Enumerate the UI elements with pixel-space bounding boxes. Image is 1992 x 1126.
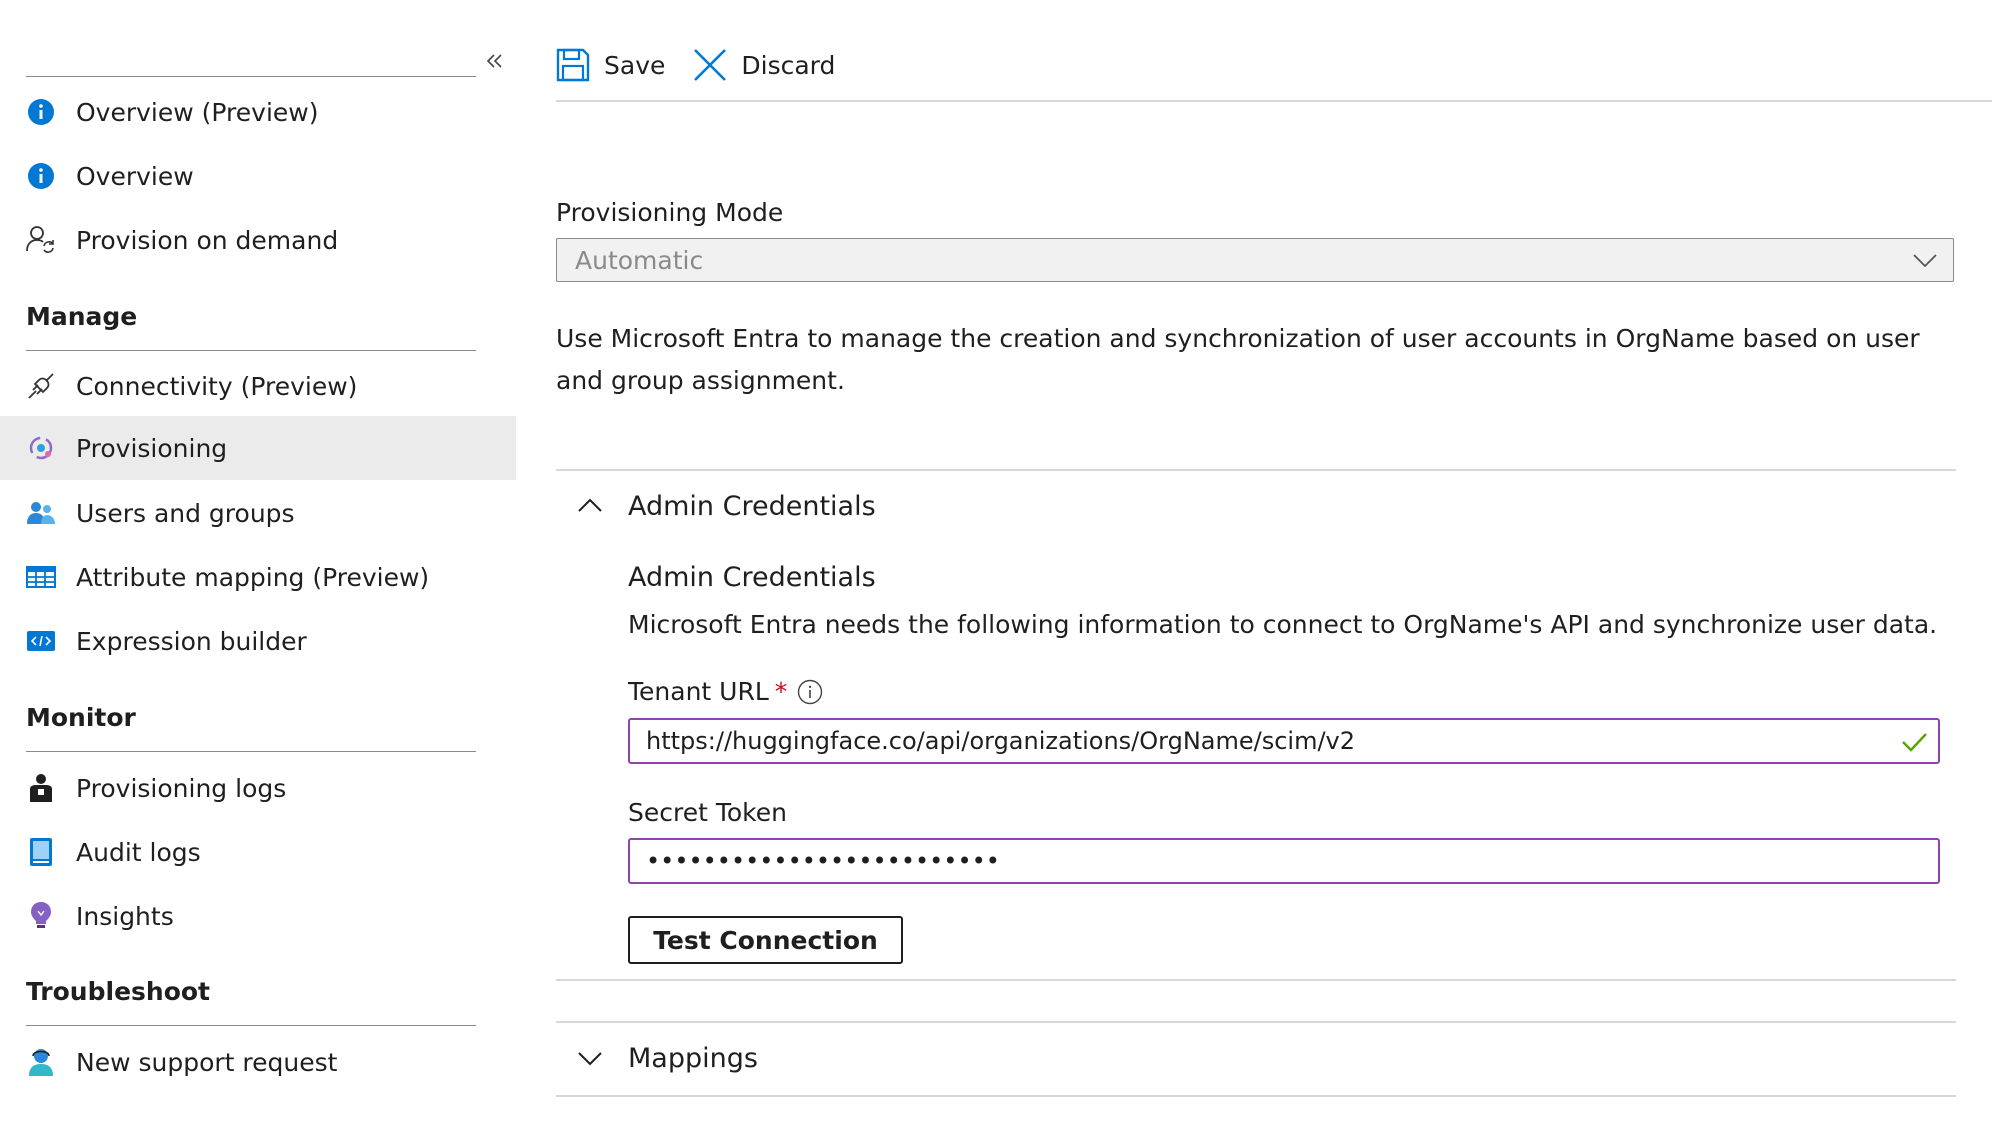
provisioning-description: Use Microsoft Entra to manage the creati…: [556, 324, 1920, 395]
discard-label: Discard: [741, 50, 836, 80]
info-icon: [26, 97, 56, 127]
section-divider: [556, 1021, 1956, 1023]
secret-token-input[interactable]: [628, 838, 1940, 884]
sidebar-item-label: New support request: [76, 1047, 338, 1077]
sidebar-item-provisioning-logs[interactable]: Provisioning logs: [0, 756, 516, 820]
sidebar-item-expression-builder[interactable]: Expression builder: [0, 609, 516, 673]
chevron-up-icon: [576, 492, 604, 526]
tenant-url-label: Tenant URL *: [628, 677, 787, 706]
sidebar-item-label: Expression builder: [76, 626, 307, 656]
sidebar-item-provisioning[interactable]: Provisioning: [0, 416, 516, 480]
sidebar-divider: [26, 751, 476, 752]
sidebar-item-connectivity[interactable]: Connectivity (Preview): [0, 354, 516, 418]
chevron-down-icon: [576, 1044, 604, 1078]
sidebar-divider: [26, 350, 476, 351]
sidebar-item-overview-preview[interactable]: Overview (Preview): [0, 80, 516, 144]
test-connection-button[interactable]: Test Connection: [628, 916, 903, 964]
sidebar: Overview (Preview) Overview Provision on…: [0, 0, 516, 1126]
section-title-manage: Manage: [26, 302, 138, 331]
chevron-down-icon: [1911, 247, 1939, 279]
checkmark-icon: [1900, 728, 1928, 762]
sidebar-item-label: Audit logs: [76, 837, 201, 867]
provisioning-icon: [26, 433, 56, 463]
section-divider: [556, 469, 1956, 471]
tenant-url-label-text: Tenant URL: [628, 677, 769, 706]
mappings-accordion-header[interactable]: Mappings: [556, 1030, 1956, 1086]
toolbar: Save Discard: [556, 40, 863, 90]
sidebar-item-attribute-mapping[interactable]: Attribute mapping (Preview): [0, 545, 516, 609]
sidebar-item-label: Provision on demand: [76, 225, 339, 255]
provisioning-mode-select[interactable]: Automatic: [556, 238, 1954, 282]
sidebar-item-audit-logs[interactable]: Audit logs: [0, 820, 516, 884]
section-divider: [556, 979, 1956, 981]
admin-credentials-accordion-header[interactable]: Admin Credentials: [556, 478, 1956, 534]
section-title-monitor: Monitor: [26, 703, 136, 732]
sidebar-divider: [26, 1025, 476, 1026]
book-icon: [26, 837, 56, 867]
save-button[interactable]: Save: [556, 48, 665, 82]
close-icon: [694, 49, 727, 81]
sidebar-item-users-and-groups[interactable]: Users and groups: [0, 481, 516, 545]
sidebar-item-overview[interactable]: Overview: [0, 144, 516, 208]
tenant-url-input[interactable]: [628, 718, 1940, 764]
admin-credentials-description: Microsoft Entra needs the following info…: [628, 610, 1938, 639]
admin-credentials-header-text: Admin Credentials: [628, 490, 876, 522]
sidebar-item-label: Users and groups: [76, 498, 295, 528]
toolbar-divider: [556, 100, 1992, 102]
section-title-troubleshoot: Troubleshoot: [26, 977, 211, 1006]
save-icon: [556, 48, 590, 82]
section-divider: [556, 1095, 1956, 1097]
info-outline-icon[interactable]: [797, 679, 823, 711]
table-icon: [26, 562, 56, 592]
users-icon: [26, 498, 56, 528]
discard-button[interactable]: Discard: [693, 48, 835, 82]
collapse-sidebar-icon[interactable]: [480, 48, 510, 78]
plug-icon: [26, 371, 56, 401]
sidebar-item-label: Provisioning logs: [76, 773, 287, 803]
person-log-icon: [26, 773, 56, 803]
sidebar-item-provision-on-demand[interactable]: Provision on demand: [0, 208, 516, 272]
user-sync-icon: [26, 225, 56, 255]
sidebar-item-label: Overview: [76, 161, 194, 191]
sidebar-item-label: Overview (Preview): [76, 97, 319, 127]
sidebar-item-insights[interactable]: Insights: [0, 884, 516, 948]
support-icon: [26, 1047, 56, 1077]
lightbulb-icon: [26, 901, 56, 931]
sidebar-item-new-support-request[interactable]: New support request: [0, 1030, 516, 1094]
sidebar-item-label: Attribute mapping (Preview): [76, 562, 430, 592]
provisioning-mode-value: Automatic: [575, 245, 704, 275]
sidebar-item-label: Connectivity (Preview): [76, 371, 358, 401]
provisioning-mode-label: Provisioning Mode: [556, 198, 784, 227]
sidebar-divider: [26, 76, 476, 77]
mappings-header-text: Mappings: [628, 1042, 758, 1074]
required-marker: *: [774, 677, 788, 706]
info-icon: [26, 161, 56, 191]
admin-credentials-title: Admin Credentials: [628, 562, 876, 593]
secret-token-label: Secret Token: [628, 798, 787, 827]
save-label: Save: [604, 50, 666, 80]
code-icon: [26, 626, 56, 656]
sidebar-item-label: Provisioning: [76, 433, 228, 463]
sidebar-item-label: Insights: [76, 901, 174, 931]
